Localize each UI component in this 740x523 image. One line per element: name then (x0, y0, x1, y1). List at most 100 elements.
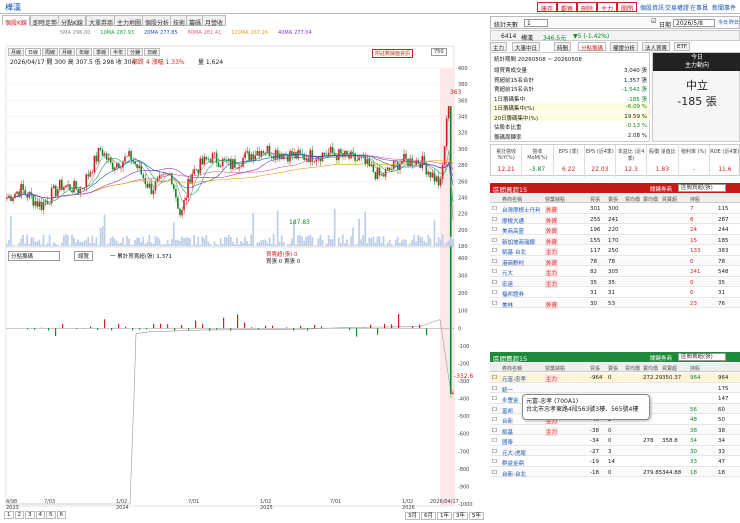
period-0[interactable]: 3月 (405, 512, 420, 520)
page-1[interactable]: 1 (4, 511, 14, 519)
buy-sort-select[interactable]: 區間買超(張) (678, 184, 726, 192)
subtab-0[interactable]: 主力 (490, 42, 507, 51)
row-checkbox-icon[interactable]: ☐ (492, 396, 497, 402)
table-row[interactable]: ☐台灣摩根士丹利外資3013007115 (490, 204, 740, 214)
row-checkbox-icon[interactable]: ☐ (492, 248, 497, 254)
broker-name[interactable]: 元大-虎尾 (502, 449, 526, 457)
broker-name[interactable]: 元富-忠孝 (502, 375, 526, 383)
table-row[interactable]: ☐群益金鼎-19143347 (490, 457, 740, 467)
subtab-1[interactable]: 大事中日 (512, 42, 540, 51)
tab-main-map[interactable]: 主力地圖 (114, 15, 144, 26)
period-tab-8[interactable]: 日線 (144, 48, 160, 56)
table-row[interactable]: ☐元富-忠孝主力-9640272.29350.37964964 (490, 373, 740, 383)
broker-name[interactable]: 台新-台北 (502, 470, 526, 478)
subtab-4[interactable]: 權證分析 (610, 42, 638, 51)
row-checkbox-icon[interactable]: ☐ (492, 259, 497, 265)
sell-sort-select[interactable]: 區間賣超(張) (678, 353, 726, 361)
table-row[interactable]: ☐元大主力82305241548 (490, 267, 740, 277)
broker-name[interactable]: 美林 (502, 301, 513, 309)
row-checkbox-icon[interactable]: ☐ (492, 206, 497, 212)
broker-name[interactable]: 群益金鼎 (502, 459, 524, 467)
broker-name[interactable]: 台新 (502, 417, 513, 425)
main-force-button[interactable]: 主力 (597, 2, 617, 12)
broker-name[interactable]: 台灣摩根士丹利 (502, 206, 541, 214)
table-row[interactable]: ☐元大-虎尾-2733033 (490, 447, 740, 457)
period-tab-5[interactable]: 季線 (93, 48, 109, 56)
watch-button[interactable]: 庫存 (537, 2, 557, 12)
table-row[interactable]: ☐港商野村外資7878078 (490, 257, 740, 267)
tab-big-broker[interactable]: 大單券商 (86, 15, 116, 26)
buy-filter[interactable]: 關鍵券商 (650, 185, 672, 193)
close-button[interactable]: 關閉 (617, 2, 637, 12)
tab-revenue[interactable]: 月營收 (202, 15, 226, 26)
period-tab-1[interactable]: 日線 (25, 48, 41, 56)
period-tab-4[interactable]: 年線 (76, 48, 92, 56)
broker-name[interactable]: 國泰 (502, 438, 513, 446)
tab-branch-kline[interactable]: 分點K線 (58, 15, 86, 26)
broker-name[interactable]: 摩根大通 (502, 217, 524, 225)
row-checkbox-icon[interactable]: ☐ (492, 417, 497, 423)
broker-name[interactable]: 美商高盛 (502, 227, 524, 235)
link-news[interactable]: 新聞事件 (712, 3, 736, 12)
period-tab-6[interactable]: 半年 (110, 48, 126, 56)
row-checkbox-icon[interactable]: ☐ (492, 428, 497, 434)
note-badge[interactable]: 附註數據面資訊 (372, 49, 413, 58)
day-prev[interactable]: 今日 (718, 19, 728, 26)
table-row[interactable]: ☐新加坡商瑞銀外資15517015185 (490, 236, 740, 246)
row-checkbox-icon[interactable]: ☐ (492, 386, 497, 392)
zoom-value[interactable]: 750 (431, 48, 447, 56)
row-checkbox-icon[interactable]: ☐ (492, 269, 497, 275)
broker-name[interactable]: 統一 (502, 386, 513, 394)
period-tab-7[interactable]: 分鐘 (127, 48, 143, 56)
broker-name[interactable]: 永豐金 (502, 396, 519, 404)
period-4[interactable]: 5年 (469, 512, 484, 520)
row-checkbox-icon[interactable]: ☐ (492, 217, 497, 223)
period-3[interactable]: 3年 (453, 512, 468, 520)
tab-kline[interactable]: 個股K線 (2, 15, 30, 26)
table-row[interactable]: ☐美商高盛外資19622024244 (490, 225, 740, 235)
kline-chart[interactable]: 4003803603403203002802602402202001804003… (0, 26, 485, 521)
tab-analysis[interactable]: 個股分析 (142, 15, 172, 26)
broker-name[interactable]: 元大 (502, 269, 513, 277)
broker-name[interactable]: 福邦證券 (502, 290, 524, 298)
row-checkbox-icon[interactable]: ☐ (492, 301, 497, 307)
table-row[interactable]: ☐國泰-340278358.83434 (490, 436, 740, 446)
table-row[interactable]: ☐台新-台北-180279.85344.881818 (490, 468, 740, 478)
broker-name[interactable]: 宏遠 (502, 280, 513, 288)
table-row[interactable]: ☐摩根大通外資2552416287 (490, 215, 740, 225)
row-checkbox-icon[interactable]: ☐ (492, 280, 497, 286)
broker-name[interactable]: 港商野村 (502, 259, 524, 267)
link-warrant[interactable]: 交易權證 (665, 3, 689, 12)
date-checkbox-icon[interactable]: ☑ (651, 18, 656, 25)
period-2[interactable]: 1年 (437, 512, 452, 520)
row-checkbox-icon[interactable]: ☐ (492, 459, 497, 465)
broker-name[interactable]: 新加坡商瑞銀 (502, 238, 535, 246)
table-row[interactable]: ☐宏遠主力3535035 (490, 278, 740, 288)
table-row[interactable]: ☐凱基主力-3803838 (490, 426, 740, 436)
page-4[interactable]: 4 (36, 511, 46, 519)
period-tab-0[interactable]: 月線 (8, 48, 24, 56)
row-checkbox-icon[interactable]: ☐ (492, 438, 497, 444)
lower-overview-button[interactable]: 總覽 (74, 251, 93, 261)
period-1[interactable]: 6月 (421, 512, 436, 520)
table-row[interactable]: ☐統一175 (490, 384, 740, 394)
table-row[interactable]: ☐凱基-台北主力117250133383 (490, 246, 740, 256)
table-row[interactable]: ☐美林外資30532376 (490, 299, 740, 309)
broker-name[interactable]: 凱基-台北 (502, 248, 526, 256)
table-row[interactable]: ☐福邦證券3131031 (490, 288, 740, 298)
period-tab-2[interactable]: 周線 (42, 48, 58, 56)
row-checkbox-icon[interactable]: ☐ (492, 227, 497, 233)
delete-button[interactable]: 刪除 (577, 2, 597, 12)
date-input[interactable]: 2026/5/8 (673, 19, 715, 27)
link-info[interactable]: 個股資訊 (640, 3, 664, 12)
row-checkbox-icon[interactable]: ☐ (492, 449, 497, 455)
observe-button[interactable]: 觀察 (557, 2, 577, 12)
subtab-5[interactable]: 法人買賣 (642, 42, 670, 51)
page-6[interactable]: 6 (57, 511, 67, 519)
broker-name[interactable]: 凱基 (502, 428, 513, 436)
lower-select[interactable]: 分點籌碼 (8, 251, 60, 261)
period-tab-3[interactable]: 月線 (59, 48, 75, 56)
link-staff[interactable]: 在事員 (690, 3, 708, 12)
subtab-2[interactable]: 時間 (554, 42, 571, 51)
row-checkbox-icon[interactable]: ☐ (492, 238, 497, 244)
